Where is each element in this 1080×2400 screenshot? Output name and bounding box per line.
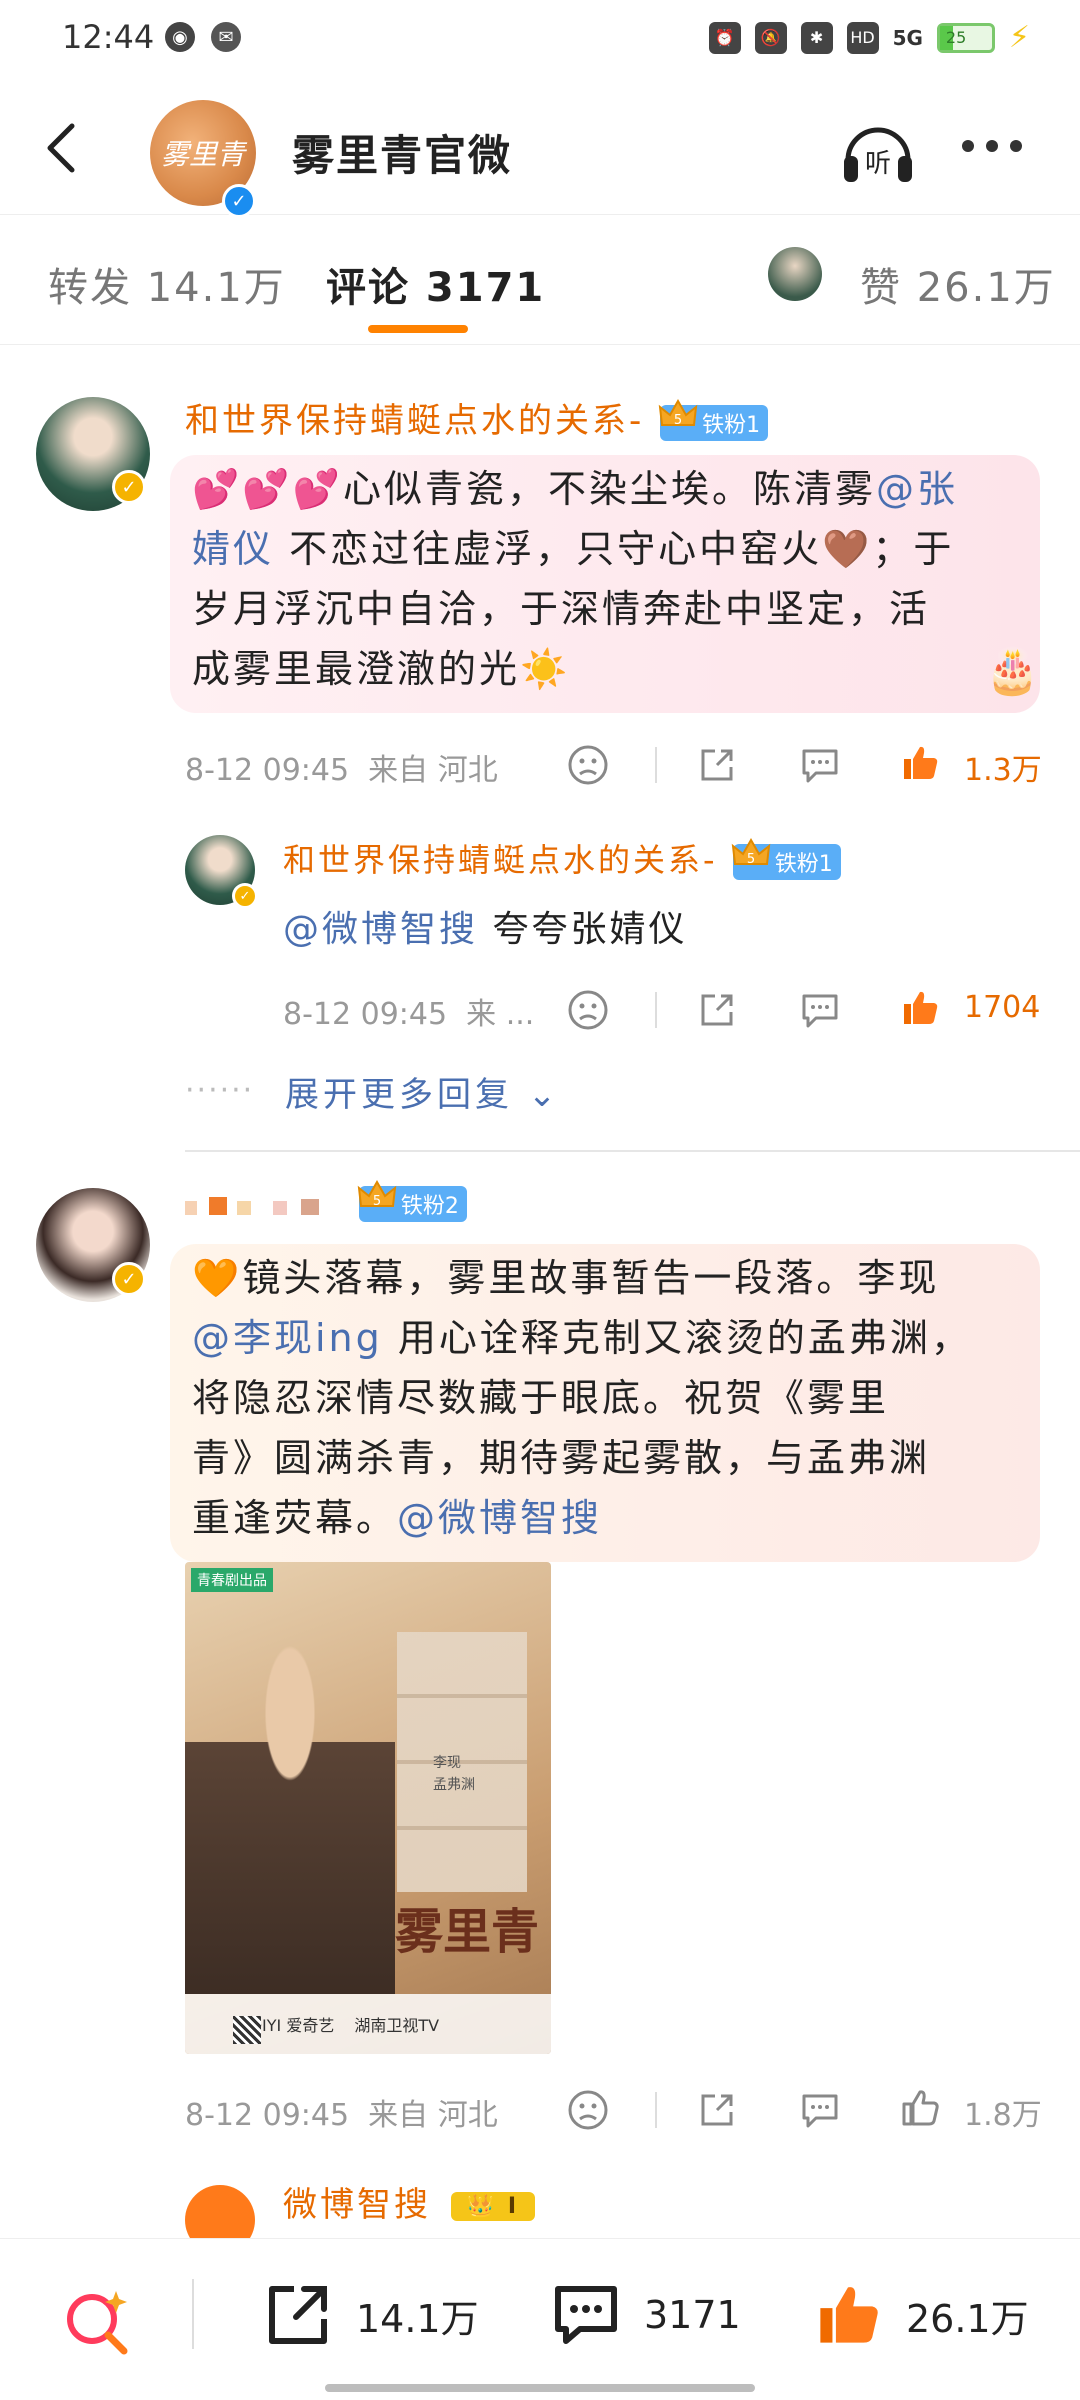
tab-bar: 转发 14.1万 评论 3171 赞 26.1万 bbox=[0, 215, 1080, 345]
dislike-face-icon[interactable] bbox=[566, 988, 610, 1032]
comment-text: 🧡镜头落幕，雾里故事暂告一段落。李现 @李现ing 用心诠释克制又滚烫的孟弗渊，… bbox=[170, 1244, 1040, 1562]
crown-icon: 5 bbox=[731, 837, 770, 867]
smart-search-icon[interactable] bbox=[58, 2283, 138, 2363]
verified-icon: ✓ bbox=[232, 883, 258, 909]
name-blur bbox=[185, 1184, 343, 1224]
svg-text:5: 5 bbox=[373, 1194, 381, 1209]
share-icon[interactable] bbox=[695, 2088, 739, 2132]
like-thumb-icon[interactable] bbox=[898, 986, 942, 1030]
status-right-icons: ⏰ 🔕 ✱ HD 5G 25 ⚡ bbox=[708, 20, 1030, 55]
expand-dots: ······ bbox=[185, 1073, 255, 1108]
back-arrow-icon[interactable] bbox=[38, 118, 88, 178]
comment-button[interactable]: 3171 bbox=[548, 2275, 741, 2355]
reply-user-name[interactable]: 和世界保持蜻蜓点水的关系- 5 铁粉1 bbox=[283, 835, 841, 881]
svg-text:5: 5 bbox=[674, 413, 682, 428]
mute-icon: 🔕 bbox=[754, 21, 787, 54]
qr-code-icon bbox=[233, 2016, 261, 2044]
divider bbox=[655, 747, 657, 783]
mention-link[interactable]: @微博智搜 bbox=[397, 1496, 602, 1540]
comment-meta: 8-12 09:45 来自 河北 bbox=[185, 753, 498, 788]
headphone-listen-icon[interactable]: 听 bbox=[836, 110, 920, 194]
repost-icon bbox=[269, 2286, 327, 2344]
verified-icon: ✓ bbox=[112, 470, 146, 504]
status-left-icons: ◉ ✉ bbox=[165, 22, 241, 52]
comment-text: 💕💕💕心似青瓷，不染尘埃。陈清雾@张 婧仪 不恋过往虚浮，只守心中窑火🤎；于 岁… bbox=[170, 455, 1040, 713]
alarm-icon: ⏰ bbox=[708, 21, 741, 54]
like-count: 1.3万 bbox=[964, 753, 1042, 788]
dislike-face-icon[interactable] bbox=[566, 2088, 610, 2132]
signal-icon: 5G bbox=[892, 25, 923, 50]
repost-button[interactable]: 14.1万 bbox=[260, 2275, 479, 2355]
hd-icon: HD bbox=[846, 21, 879, 54]
share-icon[interactable] bbox=[695, 743, 739, 787]
comment-meta: 8-12 09:45 来自 河北 bbox=[185, 2098, 498, 2133]
crown-icon: 5 bbox=[357, 1179, 397, 1209]
tab-repost[interactable]: 转发 14.1万 bbox=[48, 255, 286, 313]
reply-text: @微博智搜 夸夸张婧仪 bbox=[283, 909, 688, 950]
reply-icon[interactable] bbox=[798, 743, 842, 787]
bottom-action-bar: 14.1万 3171 26.1万 bbox=[0, 2238, 1080, 2400]
like-thumb-icon bbox=[820, 2287, 878, 2343]
like-thumb-outline-icon[interactable] bbox=[898, 2086, 942, 2130]
home-indicator[interactable] bbox=[325, 2384, 755, 2392]
commenter-name[interactable]: 和世界保持蜻蜓点水的关系- 5 铁粉1 bbox=[185, 393, 769, 442]
mention-link[interactable]: @张 bbox=[876, 467, 958, 511]
listen-label: 听 bbox=[865, 149, 891, 179]
cake-sticker-icon: 🎂 bbox=[985, 646, 1040, 697]
wechat-icon: ✉ bbox=[211, 22, 241, 52]
fan-badge: 5 铁粉1 bbox=[731, 837, 841, 880]
like-count: 1704 bbox=[964, 990, 1041, 1025]
divider bbox=[655, 992, 657, 1028]
battery-icon: 25 bbox=[936, 22, 995, 53]
poster-title: 雾里青 bbox=[395, 1904, 540, 1960]
commenter-name[interactable]: 微博智搜 👑 I bbox=[283, 2177, 536, 2226]
liker-avatar bbox=[768, 247, 822, 301]
commenter-name[interactable]: 5 铁粉2 bbox=[185, 1179, 467, 1224]
globe-icon: ◉ bbox=[165, 22, 195, 52]
expand-replies-link[interactable]: 展开更多回复 ⌄ bbox=[285, 1067, 560, 1116]
fan-badge: 5 铁粉1 bbox=[658, 398, 769, 441]
comment-icon bbox=[555, 2286, 617, 2344]
share-icon[interactable] bbox=[695, 988, 739, 1032]
verified-icon: ✓ bbox=[222, 184, 256, 218]
comment-item: 微博智搜 👑 I bbox=[0, 2165, 1080, 2238]
reply-meta: 8-12 09:45 来 ... bbox=[283, 997, 535, 1032]
like-count: 1.8万 bbox=[964, 2098, 1042, 2133]
poster-cast: 李现 孟弗渊 bbox=[433, 1755, 475, 1793]
dislike-face-icon[interactable] bbox=[566, 743, 610, 787]
comment-item: ✓ 和世界保持蜻蜓点水的关系- 5 铁粉1 💕💕💕心似青瓷，不染尘埃。陈清雾@张… bbox=[0, 345, 1080, 1145]
tab-comments[interactable]: 评论 3171 bbox=[326, 255, 545, 313]
page-header: 雾里青 ✓ 雾里青官微 听 bbox=[0, 80, 1080, 218]
svg-text:5: 5 bbox=[747, 852, 755, 867]
fan-badge: 5 铁粉2 bbox=[357, 1179, 467, 1222]
crown-icon: 5 bbox=[658, 398, 698, 428]
mention-link[interactable]: @李现ing bbox=[192, 1316, 383, 1360]
poster-tag: 青春剧出品 bbox=[191, 1568, 273, 1592]
tab-likes[interactable]: 赞 26.1万 bbox=[860, 255, 1056, 313]
mention-link[interactable]: 婧仪 bbox=[192, 527, 274, 571]
bluetooth-icon: ✱ bbox=[800, 21, 833, 54]
reply-icon[interactable] bbox=[798, 988, 842, 1032]
status-time: 12:44 bbox=[62, 18, 155, 56]
charging-icon: ⚡ bbox=[1008, 20, 1030, 55]
divider bbox=[192, 2279, 194, 2349]
comment-image[interactable]: 青春剧出品 李现 孟弗渊 雾里青 iQIYI 爱奇艺 湖南卫视TV bbox=[185, 1562, 551, 2054]
tab-active-indicator bbox=[368, 325, 468, 333]
divider bbox=[655, 2092, 657, 2128]
more-menu-icon[interactable] bbox=[962, 140, 1022, 152]
reply-icon[interactable] bbox=[798, 2088, 842, 2132]
like-button[interactable]: 26.1万 bbox=[810, 2275, 1029, 2355]
like-thumb-icon[interactable] bbox=[898, 741, 942, 785]
poster-figure bbox=[185, 1634, 395, 1994]
mention-link[interactable]: @微博智搜 bbox=[283, 909, 478, 950]
crown-badge-icon: 👑 I bbox=[450, 2192, 536, 2221]
commenter-avatar[interactable] bbox=[185, 2185, 255, 2238]
page-title[interactable]: 雾里青官微 bbox=[292, 122, 512, 183]
verified-icon: ✓ bbox=[112, 1262, 146, 1296]
status-bar: 12:44 ◉ ✉ ⏰ 🔕 ✱ HD 5G 25 ⚡ bbox=[0, 0, 1080, 80]
